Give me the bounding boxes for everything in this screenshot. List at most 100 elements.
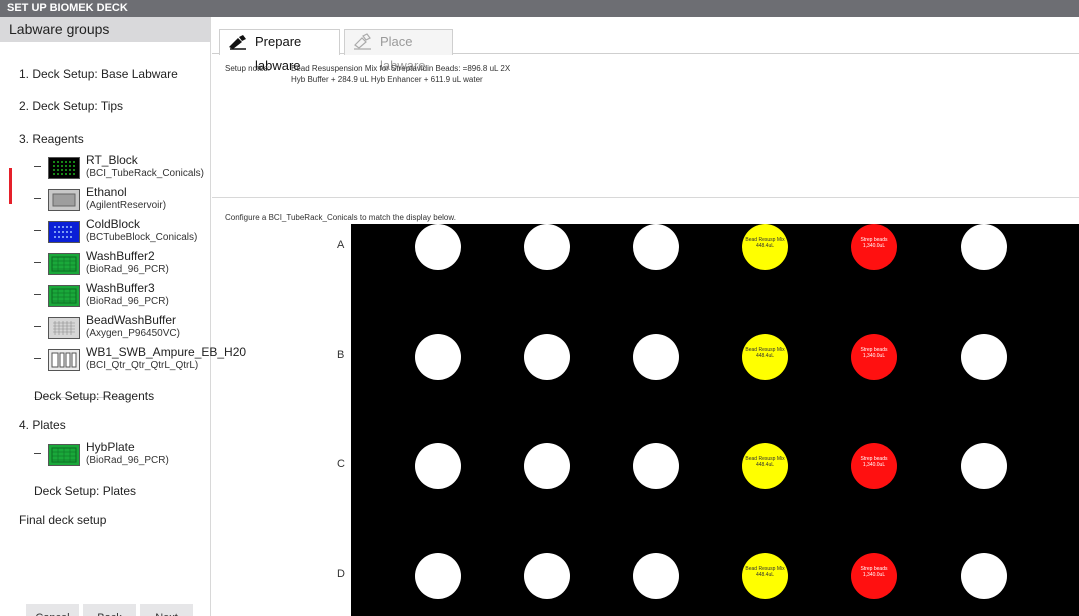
well-content-label: Bead Resusp Mix 448.4uL [742,237,788,249]
collapse-dash-icon [34,262,41,263]
well-d3 [633,553,679,599]
green-plate-icon [48,285,80,307]
plate-item-hybplate[interactable]: HybPlate (BioRad_96_PCR) [34,440,209,472]
reagent-item-ethanol[interactable]: Ethanol (AgilentReservoir) [34,185,209,217]
well-a2 [524,224,570,270]
well-volume: 448.4uL [755,462,775,468]
well-content-label: Bead Resusp Mix 448.4uL [742,566,788,578]
labware-name: WashBuffer2 [86,249,155,263]
group-deck-setup-base[interactable]: 1. Deck Setup: Base Labware [19,67,178,81]
labware-type: (BioRad_96_PCR) [86,296,169,307]
configure-instruction: Configure a BCI_TubeRack_Conicals to mat… [225,213,456,222]
black-tube-rack-icon [48,157,80,179]
well-c6 [961,443,1007,489]
labware-name: RT_Block [86,153,138,167]
next-button[interactable]: Next [140,604,193,616]
active-item-marker [9,168,12,204]
well-d2 [524,553,570,599]
row-label-b: B [337,349,345,361]
collapse-dash-icon [34,453,41,454]
main-panel: Prepare labware Place labware Setup note… [212,17,1079,616]
setup-notes-text: Bead Resuspension Mix for Streptavidin B… [291,64,511,84]
tab-bar: Prepare labware Place labware [212,17,1079,73]
tab-place-labware[interactable]: Place labware [344,29,453,73]
collapse-dash-icon [34,166,41,167]
labware-type: (BCTubeBlock_Conicals) [86,232,198,243]
window-title: SET UP BIOMEK DECK [0,0,1079,17]
well-volume: 1,340.0uL [862,462,886,468]
back-button[interactable]: Back [83,604,136,616]
group-reagents[interactable]: 3. Reagents [19,132,84,146]
well-content-label: Strep beads 1,340.0uL [851,347,897,359]
cancel-button[interactable]: Cancel [26,604,79,616]
row-label-c: C [337,458,345,470]
reagent-item-washbuffer2[interactable]: WashBuffer2 (BioRad_96_PCR) [34,249,209,281]
labware-type: (BCI_TubeRack_Conicals) [86,168,205,179]
well-volume: 448.4uL [755,353,775,359]
collapse-dash-icon [34,358,41,359]
well-volume: 1,340.0uL [862,572,886,578]
well-volume: 1,340.0uL [862,243,886,249]
labware-type: (BCI_Qtr_Qtr_QtrL_QtrL) [86,360,199,371]
reagent-item-washbuffer3[interactable]: WashBuffer3 (BioRad_96_PCR) [34,281,209,313]
group-deck-setup-tips[interactable]: 2. Deck Setup: Tips [19,99,123,113]
well-a4: Bead Resusp Mix 448.4uL [742,224,788,270]
well-a3 [633,224,679,270]
well-b5: Strep beads 1,340.0uL [851,334,897,380]
group-plates[interactable]: 4. Plates [19,418,66,432]
content-divider [212,197,1079,198]
labware-type: (Axygen_P96450VC) [86,328,180,339]
biomek-setup-window: SET UP BIOMEK DECK Labware groups 1. Dec… [0,0,1079,616]
well-a6 [961,224,1007,270]
reagent-item-rt-block[interactable]: RT_Block (BCI_TubeRack_Conicals) [34,153,209,185]
well-content-label: Strep beads 1,340.0uL [851,237,897,249]
tab-prepare-labware[interactable]: Prepare labware [219,29,340,73]
collapse-dash-icon [34,294,41,295]
well-content-label: Strep beads 1,340.0uL [851,456,897,468]
row-label-a: A [337,239,345,251]
sidebar-header: Labware groups [0,17,210,42]
tube-rack-display: Bead Resusp Mix 448.4uL Strep beads 1,340.0… [351,224,1079,616]
deck-setup-plates[interactable]: Deck Setup: Plates [34,484,136,498]
labware-type: (AgilentReservoir) [86,200,167,211]
row-label-d: D [337,568,345,580]
well-content-label: Bead Resusp Mix 448.4uL [742,347,788,359]
well-a1 [415,224,461,270]
well-content-label: Bead Resusp Mix 448.4uL [742,456,788,468]
gray-reservoir-icon [48,189,80,211]
labware-name: ColdBlock [86,217,141,231]
well-volume: 448.4uL [755,572,775,578]
well-b6 [961,334,1007,380]
green-plate-icon [48,253,80,275]
well-d1 [415,553,461,599]
well-volume: 1,340.0uL [862,353,886,359]
labware-name: BeadWashBuffer [86,313,177,327]
well-content-label: Strep beads 1,340.0uL [851,566,897,578]
labware-name: WashBuffer3 [86,281,155,295]
well-d6 [961,553,1007,599]
blue-tube-block-icon [48,221,80,243]
well-b3 [633,334,679,380]
reagent-item-coldblock[interactable]: ColdBlock (BCTubeBlock_Conicals) [34,217,209,249]
place-labware-icon [354,33,371,50]
well-c1 [415,443,461,489]
well-d4: Bead Resusp Mix 448.4uL [742,553,788,599]
deck-setup-reagents[interactable]: Deck Setup: Reagents [34,389,154,403]
final-deck-setup[interactable]: Final deck setup [19,513,106,527]
labware-name: HybPlate [86,440,135,454]
well-b4: Bead Resusp Mix 448.4uL [742,334,788,380]
prepare-labware-icon [229,35,246,50]
well-volume: 448.4uL [755,243,775,249]
well-a5: Strep beads 1,340.0uL [851,224,897,270]
collapse-dash-icon [34,198,41,199]
collapse-dash-icon [34,230,41,231]
reagent-item-wb1-swb-ampure[interactable]: WB1_SWB_Ampure_EB_H20 (BCI_Qtr_Qtr_QtrL_… [34,345,246,377]
well-b1 [415,334,461,380]
quarter-reservoir-icon [48,349,80,371]
labware-type: (BioRad_96_PCR) [86,455,169,466]
well-c2 [524,443,570,489]
gray-plate-icon [48,317,80,339]
labware-type: (BioRad_96_PCR) [86,264,169,275]
reagent-item-beadwashbuffer[interactable]: BeadWashBuffer (Axygen_P96450VC) [34,313,209,345]
well-c3 [633,443,679,489]
